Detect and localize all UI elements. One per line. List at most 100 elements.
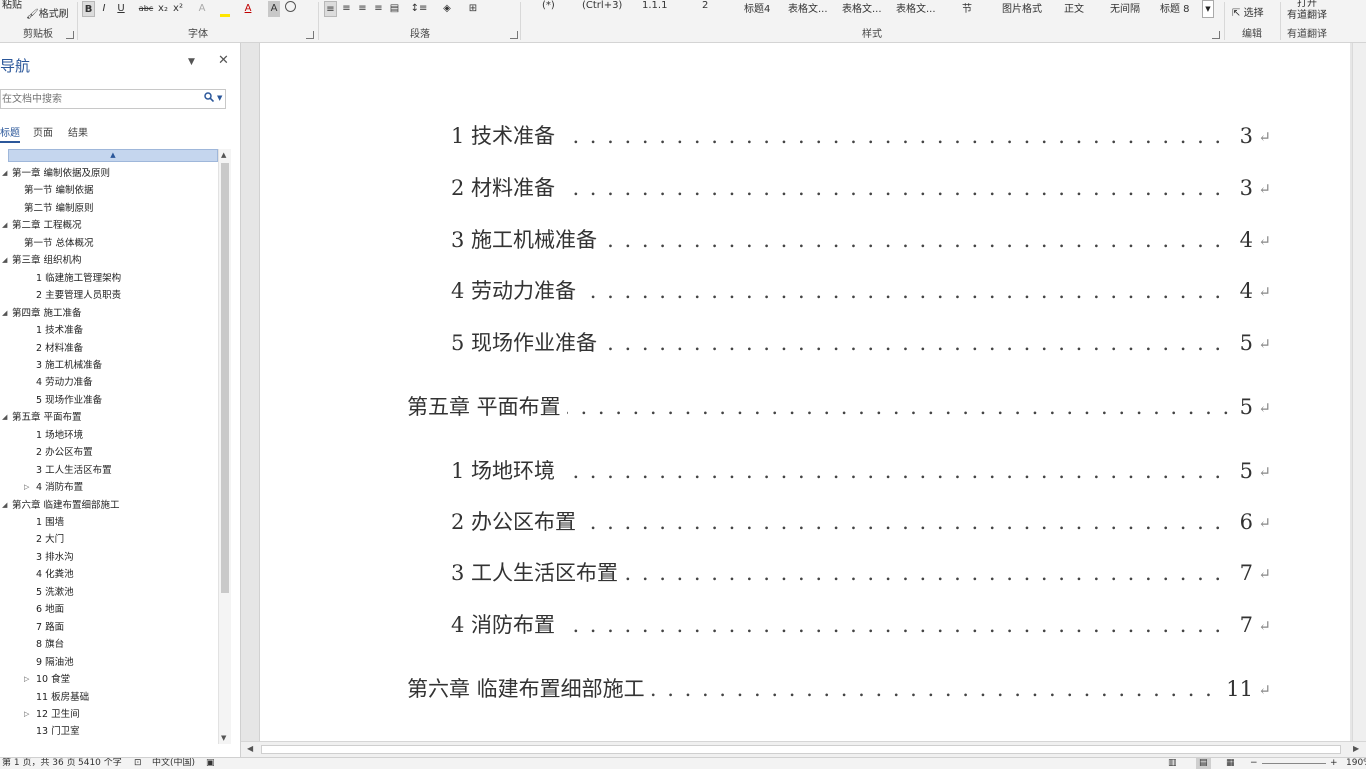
strikethrough-button[interactable]: abc (137, 1, 155, 17)
document-page[interactable]: . . . . . . . . . . . . . . . . . . . . … (259, 43, 1350, 741)
character-shading-button[interactable]: A (268, 1, 280, 17)
zoom-out-icon[interactable]: − (1250, 758, 1258, 769)
nav-heading-item[interactable]: 2 主要管理人员职责 (0, 287, 218, 304)
toc-entry[interactable]: . . . . . . . . . . . . . . . . . . . . … (451, 276, 1271, 306)
search-icon[interactable] (204, 92, 214, 102)
nav-heading-item[interactable]: ◢ 第六章 临建布置细部施工 (0, 497, 218, 514)
nav-heading-item[interactable]: ▷ 10 食堂 (0, 671, 218, 688)
page-count[interactable]: 第 1 页，共 36 页 (2, 758, 76, 769)
style-item[interactable]: (Ctrl+3) (582, 0, 622, 11)
expand-icon[interactable]: ▷ (24, 706, 29, 723)
nav-heading-item[interactable]: 3 施工机械准备 (0, 357, 218, 374)
text-effects-button[interactable]: A (196, 1, 208, 17)
nav-heading-item[interactable]: ◢ 第二章 工程概况 (0, 217, 218, 234)
nav-heading-item[interactable]: 7 路面 (0, 619, 218, 636)
nav-heading-item[interactable]: ◢ 第三章 组织机构 (0, 252, 218, 269)
toc-entry[interactable]: . . . . . . . . . . . . . . . . . . . . … (407, 392, 1271, 422)
scroll-down-icon[interactable]: ▼ (221, 734, 226, 742)
paragraph-launcher-icon[interactable] (510, 31, 518, 39)
proofing-icon[interactable]: ⊡ (134, 758, 142, 769)
zoom-level[interactable]: 190% (1346, 758, 1366, 769)
nav-search-input[interactable] (1, 91, 198, 107)
nav-heading-item[interactable]: ▷ 12 卫生间 (0, 706, 218, 723)
zoom-slider[interactable] (1262, 763, 1326, 764)
align-left-button[interactable]: ≡ (324, 1, 337, 17)
style-item[interactable]: 图片格式 (1002, 0, 1042, 15)
scroll-left-icon[interactable]: ◀ (247, 744, 253, 753)
paste-button[interactable]: 粘贴 (2, 0, 22, 14)
nav-options-button[interactable]: ▼ (188, 57, 195, 67)
highlight-color-button[interactable] (218, 1, 232, 17)
nav-heading-item[interactable]: 2 大门 (0, 531, 218, 548)
enclose-characters-button[interactable] (284, 1, 296, 17)
nav-heading-item[interactable]: 第二节 编制原则 (0, 200, 218, 217)
styles-more-button[interactable]: ▼ (1202, 0, 1214, 18)
read-mode-icon[interactable]: ▥ (1168, 758, 1177, 769)
word-count[interactable]: 5410 个字 (78, 758, 122, 769)
underline-button[interactable]: U (115, 1, 127, 17)
shading-button[interactable]: ◈ (438, 1, 456, 17)
select-button[interactable]: ⇱ 选择 (1232, 6, 1264, 22)
nav-heading-item[interactable]: 1 场地环境 (0, 427, 218, 444)
nav-heading-item[interactable]: ▷ 4 消防布置 (0, 479, 218, 496)
style-item[interactable]: 无间隔 (1110, 0, 1140, 15)
search-options-icon[interactable]: ▼ (217, 94, 222, 102)
superscript-button[interactable]: x² (172, 1, 184, 17)
justify-button[interactable]: ≡ (372, 1, 385, 17)
youdao-translate-button[interactable]: 有道翻译 (1282, 8, 1332, 24)
tree-scroll-top-button[interactable]: ▲ (8, 149, 218, 162)
nav-heading-item[interactable]: 5 洗漱池 (0, 584, 218, 601)
nav-heading-item[interactable]: ◢ 第四章 施工准备 (0, 305, 218, 322)
style-item[interactable]: 2 (702, 0, 708, 11)
toc-entry[interactable]: . . . . . . . . . . . . . . . . . . . . … (451, 121, 1271, 151)
toc-entry[interactable]: . . . . . . . . . . . . . . . . . . . . … (451, 328, 1271, 358)
font-color-button[interactable]: A (242, 1, 254, 17)
style-item[interactable]: 标题4 (744, 0, 770, 15)
vertical-scrollbar[interactable] (1352, 43, 1366, 741)
collapse-icon[interactable]: ◢ (2, 409, 7, 426)
web-layout-icon[interactable]: ▦ (1226, 758, 1235, 769)
scrollbar-thumb[interactable] (261, 745, 1341, 754)
macro-icon[interactable]: ▣ (206, 758, 215, 769)
nav-heading-item[interactable]: 6 地面 (0, 601, 218, 618)
nav-close-button[interactable]: ✕ (218, 53, 229, 68)
nav-heading-item[interactable]: 9 隔油池 (0, 654, 218, 671)
toc-entry[interactable]: . . . . . . . . . . . . . . . . . . . . … (451, 173, 1271, 203)
nav-heading-item[interactable]: 3 排水沟 (0, 549, 218, 566)
nav-heading-item[interactable]: 11 板房基础 (0, 689, 218, 706)
collapse-icon[interactable]: ◢ (2, 252, 7, 269)
nav-heading-item[interactable]: 8 旗台 (0, 636, 218, 653)
nav-scrollbar[interactable]: ▲ ▼ (218, 149, 231, 744)
distributed-button[interactable]: ▤ (388, 1, 401, 17)
nav-heading-item[interactable]: 第一节 编制依据 (0, 182, 218, 199)
expand-icon[interactable]: ▷ (24, 479, 29, 496)
scroll-right-icon[interactable]: ▶ (1353, 744, 1359, 753)
nav-heading-item[interactable]: 3 工人生活区布置 (0, 462, 218, 479)
nav-heading-item[interactable]: ◢ 第一章 编制依据及原则 (0, 165, 218, 182)
align-right-button[interactable]: ≡ (356, 1, 369, 17)
nav-heading-item[interactable]: 2 办公区布置 (0, 444, 218, 461)
nav-heading-item[interactable]: 第一节 总体概况 (0, 235, 218, 252)
language-indicator[interactable]: 中文(中国) (152, 758, 195, 769)
scroll-up-icon[interactable]: ▲ (221, 151, 226, 159)
toc-entry[interactable]: . . . . . . . . . . . . . . . . . . . . … (451, 507, 1271, 537)
toc-entry[interactable]: . . . . . . . . . . . . . . . . . . . . … (451, 456, 1271, 486)
style-item[interactable]: (*) (542, 0, 555, 11)
collapse-icon[interactable]: ◢ (2, 165, 7, 182)
style-item[interactable]: 标题 8 (1160, 0, 1190, 15)
zoom-in-icon[interactable]: + (1330, 758, 1338, 769)
nav-heading-item[interactable]: ◢ 第五章 平面布置 (0, 409, 218, 426)
style-item[interactable]: 正文 (1064, 0, 1084, 15)
expand-icon[interactable]: ▷ (24, 671, 29, 688)
line-spacing-button[interactable]: ↕≡ (410, 1, 428, 17)
style-item[interactable]: 1.1.1 (642, 0, 667, 11)
nav-heading-item[interactable]: 4 化粪池 (0, 566, 218, 583)
borders-button[interactable]: ⊞ (464, 1, 482, 17)
bold-button[interactable]: B (82, 1, 95, 17)
toc-entry[interactable]: . . . . . . . . . . . . . . . . . . . . … (451, 225, 1271, 255)
italic-button[interactable]: I (98, 1, 110, 17)
tab-pages[interactable]: 页面 (33, 124, 53, 139)
nav-heading-item[interactable]: 1 临建施工管理架构 (0, 270, 218, 287)
toc-entry[interactable]: . . . . . . . . . . . . . . . . . . . . … (451, 610, 1271, 640)
style-item[interactable]: 节 (962, 0, 972, 15)
